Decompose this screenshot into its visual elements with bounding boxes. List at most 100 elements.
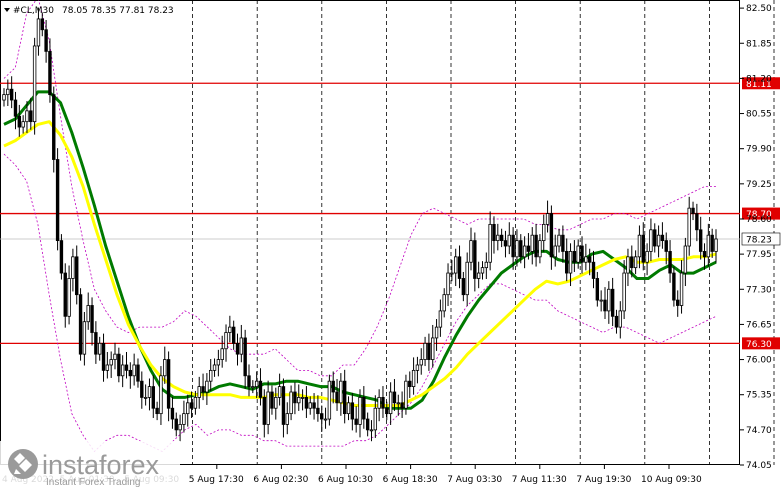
- candle-body: [40, 18, 44, 31]
- candle-body: [572, 251, 577, 263]
- candle-body: [186, 402, 190, 415]
- candle-body: [511, 234, 515, 258]
- candle-body: [52, 94, 56, 160]
- candle-body: [396, 402, 400, 405]
- candle-body: [205, 380, 209, 393]
- candle-body: [488, 223, 492, 263]
- candle-body: [668, 251, 672, 274]
- candle-body: [86, 305, 90, 323]
- candle-body: [660, 234, 665, 242]
- candle-body: [427, 342, 431, 360]
- candle-body: [369, 429, 374, 432]
- candle-body: [258, 380, 263, 398]
- candle-body: [17, 115, 22, 128]
- instaforex-watermark: instaforex Instant Forex Trading: [0, 441, 180, 489]
- x-tick-label: 6 Aug 18:30: [383, 475, 438, 485]
- candle-body: [710, 234, 714, 252]
- candle-body: [461, 278, 466, 296]
- candle-body: [423, 342, 427, 360]
- candle-body: [469, 240, 473, 263]
- x-tick-label: 5 Aug 17:30: [189, 475, 244, 485]
- candle-body: [220, 348, 224, 360]
- candle-body: [251, 386, 255, 388]
- candle-body: [67, 278, 71, 317]
- x-tick-label: 6 Aug 02:30: [253, 475, 308, 485]
- candle-body: [549, 213, 554, 258]
- candle-body: [706, 234, 711, 258]
- candle-body: [553, 245, 557, 258]
- candle-body: [117, 353, 121, 377]
- candle-body: [124, 364, 129, 371]
- candle-body: [247, 375, 251, 387]
- y-tick-label: 78.60: [746, 215, 772, 225]
- candle-body: [362, 397, 366, 420]
- candle-body: [515, 240, 519, 258]
- candle-body: [691, 207, 695, 214]
- candle-body: [457, 256, 462, 279]
- candle-body: [419, 359, 423, 366]
- candle-body: [331, 380, 335, 393]
- candle-body: [618, 310, 623, 328]
- candle-body: [630, 256, 634, 269]
- candle-body: [254, 380, 259, 387]
- candle-body: [97, 342, 102, 355]
- candle-body: [101, 342, 106, 371]
- candle-body: [507, 234, 511, 247]
- candle-body: [404, 380, 408, 409]
- candle-body: [365, 418, 370, 431]
- candle-body: [519, 240, 523, 258]
- candle-body: [653, 229, 657, 247]
- candle-body: [354, 418, 358, 425]
- candle-body: [614, 315, 619, 328]
- candle-body: [400, 402, 404, 409]
- candle-body: [492, 223, 496, 242]
- candle-body: [231, 326, 236, 344]
- candle-body: [595, 278, 600, 301]
- x-tick-label: 7 Aug 11:30: [512, 475, 567, 485]
- chart-header: #CL,M30 78.05 78.35 77.81 78.23: [4, 6, 174, 16]
- candle-body: [530, 234, 534, 252]
- candle-body: [224, 332, 228, 350]
- candle-body: [228, 326, 232, 333]
- candle-body: [683, 245, 688, 274]
- candle-body: [189, 402, 194, 409]
- candle-body: [434, 326, 439, 339]
- candle-body: [293, 391, 297, 404]
- candle-body: [373, 407, 378, 431]
- candle-body: [243, 337, 247, 377]
- candle-body: [82, 321, 87, 355]
- candle-body: [94, 332, 98, 355]
- candle-body: [113, 353, 117, 360]
- candle-body: [664, 240, 668, 252]
- candle-body: [109, 359, 113, 366]
- candle-body: [465, 261, 469, 296]
- y-tick-label: 77.30: [746, 285, 772, 295]
- candle-body: [411, 369, 416, 387]
- candle-body: [645, 251, 649, 263]
- candle-body: [679, 272, 684, 306]
- y-tick-label: 76.00: [746, 356, 772, 366]
- candle-body: [687, 207, 691, 247]
- candle-body: [450, 272, 454, 275]
- candle-body: [350, 402, 355, 420]
- candle-body: [622, 272, 626, 312]
- candle-body: [327, 380, 332, 420]
- candle-body: [274, 397, 278, 409]
- candle-body: [591, 261, 596, 279]
- candle-body: [193, 397, 198, 409]
- candle-body: [239, 337, 244, 355]
- candle-body: [503, 240, 508, 247]
- candle-body: [128, 369, 133, 377]
- candle-body: [557, 234, 561, 247]
- candle-body: [29, 110, 33, 123]
- candle-body: [140, 380, 144, 398]
- candle-body: [392, 391, 397, 404]
- x-tick-label: 10 Aug 09:30: [641, 475, 702, 485]
- y-tick-label: 82.50: [746, 4, 772, 14]
- candle-body: [323, 418, 328, 421]
- candle-body: [496, 234, 500, 242]
- candle-body: [672, 272, 676, 301]
- candle-body: [25, 110, 29, 123]
- candle-body: [90, 305, 94, 333]
- candle-body: [304, 397, 309, 409]
